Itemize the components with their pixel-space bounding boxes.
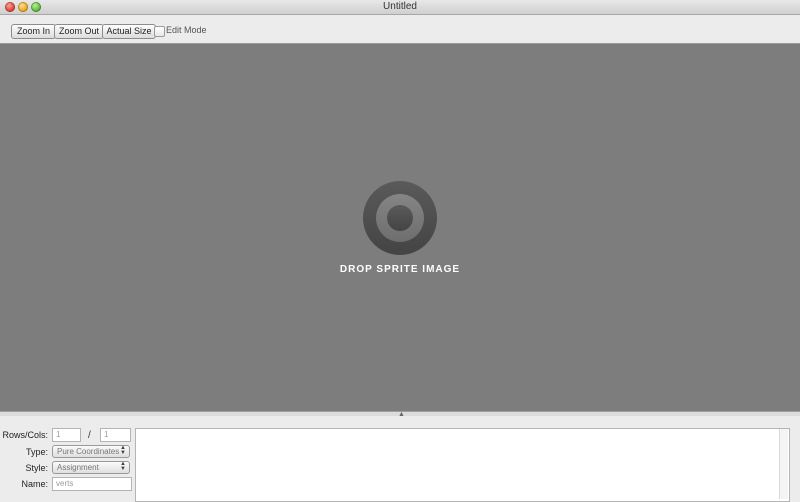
drop-sprite-label: DROP SPRITE IMAGE (339, 264, 461, 275)
style-select[interactable]: Assignment ▲ ▼ (52, 461, 130, 474)
edit-mode-label[interactable]: Edit Mode (166, 24, 207, 37)
name-input[interactable]: verts (52, 477, 132, 491)
target-icon (363, 181, 437, 255)
output-scrollbar[interactable] (779, 429, 788, 499)
zoom-in-button[interactable]: Zoom In (11, 24, 56, 39)
toolbar: Zoom In Zoom Out Actual Size Edit Mode (0, 15, 800, 44)
type-select-value: Pure Coordinates (57, 447, 120, 456)
style-label: Style: (25, 463, 48, 473)
type-label: Type: (25, 447, 48, 457)
updown-arrows-icon: ▲ ▼ (120, 445, 126, 456)
rows-input[interactable]: 1 (52, 428, 81, 442)
actual-size-button[interactable]: Actual Size (102, 24, 156, 39)
updown-arrows-icon: ▲ ▼ (120, 461, 126, 472)
zoom-out-button[interactable]: Zoom Out (54, 24, 104, 39)
output-text-area[interactable] (135, 428, 790, 502)
sprite-drop-area[interactable]: DROP SPRITE IMAGE (0, 44, 800, 411)
rows-cols-label: Rows/Cols: (2, 430, 48, 440)
window-title: Untitled (383, 1, 417, 12)
cols-input[interactable]: 1 (100, 428, 131, 442)
name-label: Name: (21, 479, 48, 489)
type-select[interactable]: Pure Coordinates ▲ ▼ (52, 445, 130, 458)
style-select-value: Assignment (57, 463, 99, 472)
rows-cols-separator: / (88, 430, 91, 441)
edit-mode-checkbox[interactable] (154, 26, 165, 37)
properties-panel: Rows/Cols: 1 / 1 Type: Pure Coordinates … (0, 416, 800, 502)
title-bar: Untitled (0, 0, 800, 15)
